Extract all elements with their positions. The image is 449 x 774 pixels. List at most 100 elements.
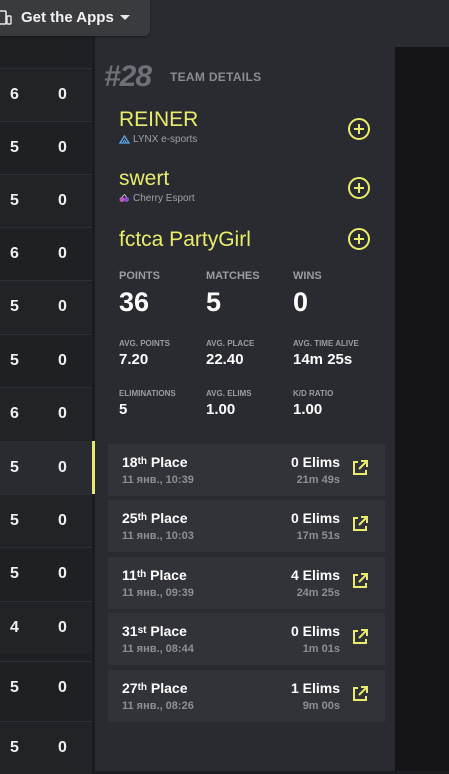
stat-value: 14m 25s xyxy=(293,351,353,368)
match-place: 18th Place xyxy=(122,454,188,470)
match-date: 11 янв., 08:44 xyxy=(122,643,194,655)
player-name[interactable]: fctca PartyGirl xyxy=(119,228,379,252)
table-cell: 0 xyxy=(58,565,67,582)
player-org-name: Cherry Esport xyxy=(133,193,195,204)
chevron-down-icon xyxy=(120,15,130,20)
player-entry: fctca PartyGirl xyxy=(119,228,379,252)
stat-label: AVG. TIME ALIVE xyxy=(293,339,359,348)
table-row[interactable]: 50 xyxy=(0,494,92,547)
stat-avg-points: AVG. POINTS 7.20 xyxy=(119,339,170,368)
table-cell: 5 xyxy=(10,352,19,369)
stat-value: 7.20 xyxy=(119,351,149,368)
stat-matches: MATCHES 5 xyxy=(206,270,260,318)
table-row[interactable]: 50 xyxy=(0,174,92,227)
table-row[interactable]: 40 xyxy=(0,601,92,654)
table-row[interactable]: 60 xyxy=(0,68,92,121)
stat-avg-time-alive: AVG. TIME ALIVE 14m 25s xyxy=(293,339,359,368)
stat-eliminations: ELIMINATIONS 5 xyxy=(119,389,176,418)
table-cell: 0 xyxy=(58,679,67,696)
table-cell: 0 xyxy=(58,405,67,422)
match-place: 11th Place xyxy=(122,567,187,583)
player-name[interactable]: REINER xyxy=(119,108,379,132)
external-link-icon[interactable] xyxy=(351,459,369,477)
table-cell: 5 xyxy=(10,739,19,756)
stat-avg-place: AVG. PLACE 22.40 xyxy=(206,339,254,368)
match-date: 11 янв., 10:39 xyxy=(122,474,194,486)
match-elims: 1 Elims xyxy=(290,680,340,696)
stat-points: POINTS 36 xyxy=(119,270,160,318)
table-cell: 5 xyxy=(10,298,19,315)
get-the-apps-button[interactable]: Get the Apps xyxy=(0,0,150,36)
lynx-logo-icon xyxy=(119,135,130,144)
stat-value: 22.40 xyxy=(206,351,244,368)
match-card[interactable]: 27th Place 11 янв., 08:26 1 Elims 9m 00s xyxy=(108,670,385,722)
table-row[interactable]: 50 xyxy=(0,280,92,333)
team-details-heading: TEAM DETAILS xyxy=(170,70,262,84)
table-cell: 6 xyxy=(10,405,19,422)
stat-label: AVG. ELIMS xyxy=(206,389,252,398)
cherry-logo-icon xyxy=(119,194,129,202)
stat-label: WINS xyxy=(293,270,322,282)
match-time-alive: 9m 00s xyxy=(302,700,340,712)
table-row[interactable]: 50 xyxy=(0,121,92,174)
table-cell: 5 xyxy=(10,459,19,476)
table-cell: 5 xyxy=(10,679,19,696)
table-row[interactable]: 50 xyxy=(0,661,92,714)
player-org-name: LYNX e-sports xyxy=(133,134,198,145)
add-player-button[interactable] xyxy=(348,118,370,140)
table-cell: 0 xyxy=(58,298,67,315)
external-link-icon[interactable] xyxy=(351,515,369,533)
table-row-selected[interactable]: 50 xyxy=(0,441,92,494)
stat-label: AVG. POINTS xyxy=(119,339,170,348)
team-rank: #28 xyxy=(104,60,152,93)
match-card[interactable]: 25th Place 11 янв., 10:03 0 Elims 17m 51… xyxy=(108,500,385,552)
match-card[interactable]: 18th Place 11 янв., 10:39 0 Elims 21m 49… xyxy=(108,444,385,496)
top-strip xyxy=(150,0,449,47)
match-date: 11 янв., 10:03 xyxy=(122,530,194,542)
player-org: Cherry Esport xyxy=(119,193,379,204)
match-time-alive: 1m 01s xyxy=(302,643,340,655)
external-link-icon[interactable] xyxy=(351,572,369,590)
match-elims: 0 Elims xyxy=(290,454,340,470)
stat-wins: WINS 0 xyxy=(293,270,322,318)
match-place: 25th Place xyxy=(122,510,188,526)
stat-avg-elims: AVG. ELIMS 1.00 xyxy=(206,389,252,418)
add-player-button[interactable] xyxy=(348,177,370,199)
table-cell: 0 xyxy=(58,352,67,369)
table-row[interactable]: 50 xyxy=(0,334,92,387)
match-card[interactable]: 31st Place 11 янв., 08:44 0 Elims 1m 01s xyxy=(108,613,385,665)
table-cell: 5 xyxy=(10,565,19,582)
stat-value: 1.00 xyxy=(293,401,323,418)
match-card[interactable]: 11th Place 11 янв., 09:39 4 Elims 24m 25… xyxy=(108,557,385,609)
table-cell: 5 xyxy=(10,139,19,156)
match-time-alive: 21m 49s xyxy=(296,474,340,486)
table-row[interactable]: 60 xyxy=(0,387,92,440)
match-place: 31st Place xyxy=(122,623,187,639)
table-cell: 0 xyxy=(58,86,67,103)
stat-kd-ratio: K/D RATIO 1.00 xyxy=(293,389,333,418)
match-place: 27th Place xyxy=(122,680,188,696)
table-cell: 0 xyxy=(58,739,67,756)
stat-value: 1.00 xyxy=(206,401,236,418)
table-row[interactable]: 50 xyxy=(0,547,92,600)
match-elims: 4 Elims xyxy=(290,567,340,583)
table-cell: 0 xyxy=(58,139,67,156)
external-link-icon[interactable] xyxy=(351,628,369,646)
table-cell: 6 xyxy=(10,245,19,262)
stat-value: 5 xyxy=(119,401,128,418)
stat-value: 36 xyxy=(119,287,150,317)
match-elims: 0 Elims xyxy=(290,623,340,639)
table-row[interactable]: 60 xyxy=(0,227,92,280)
right-gutter xyxy=(395,47,449,771)
stat-label: MATCHES xyxy=(206,270,260,282)
external-link-icon[interactable] xyxy=(351,685,369,703)
table-row[interactable]: 50 xyxy=(0,721,92,774)
add-player-button[interactable] xyxy=(348,228,370,250)
player-name[interactable]: swert xyxy=(119,167,379,191)
match-elims: 0 Elims xyxy=(290,510,340,526)
player-entry: swert Cherry Esport xyxy=(119,167,379,204)
match-date: 11 янв., 09:39 xyxy=(122,587,194,599)
table-cell: 0 xyxy=(58,512,67,529)
table-cell: 0 xyxy=(58,619,67,636)
match-date: 11 янв., 08:26 xyxy=(122,700,194,712)
